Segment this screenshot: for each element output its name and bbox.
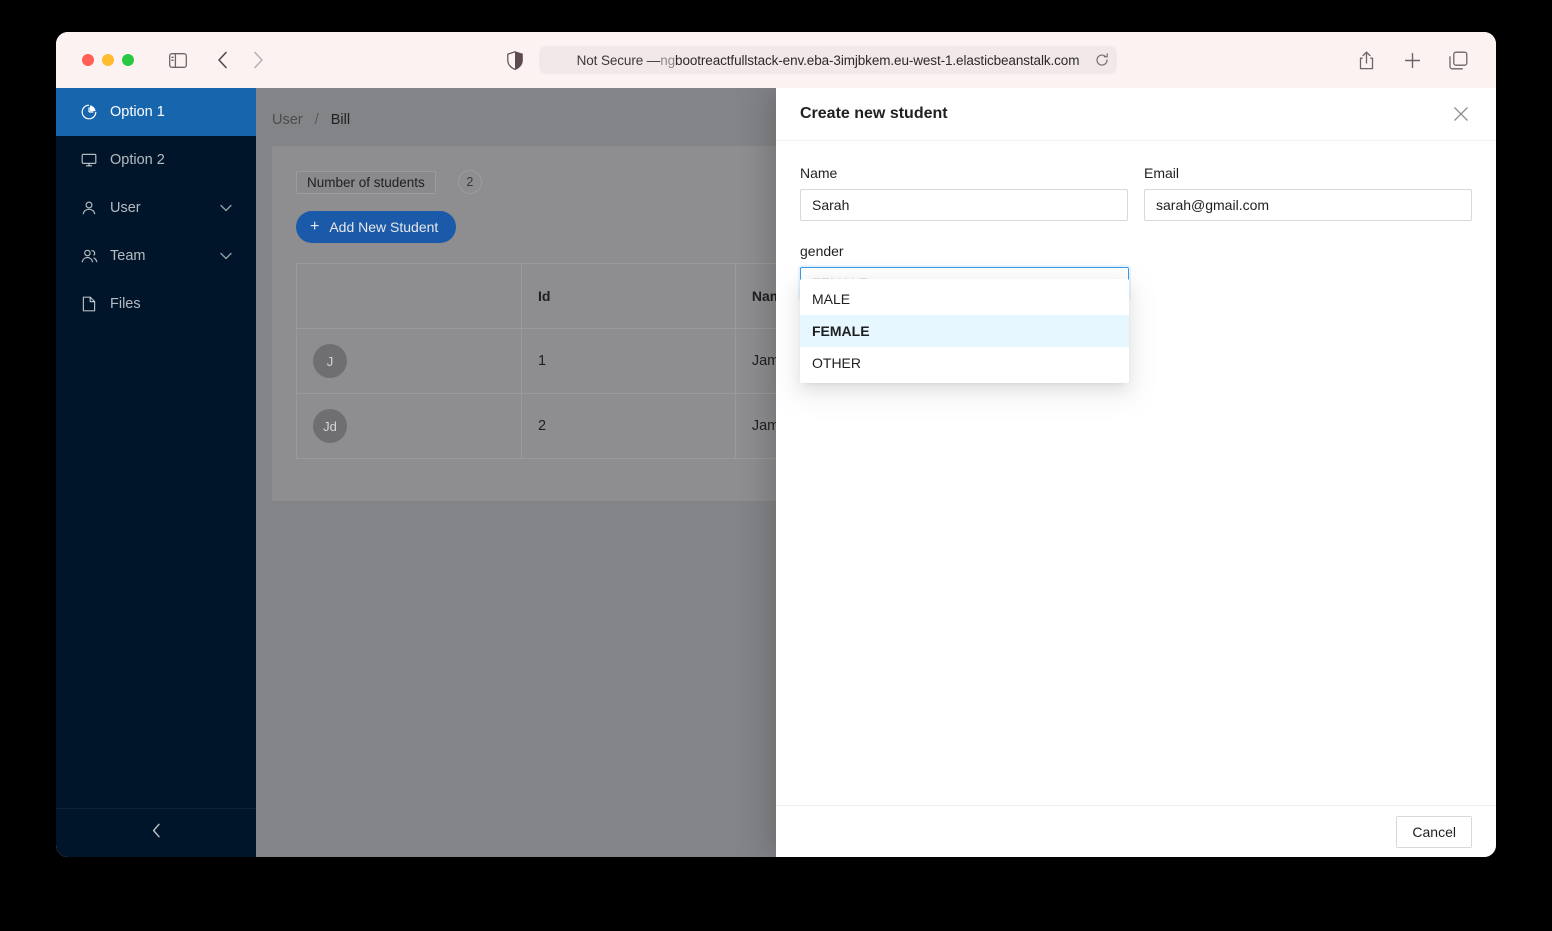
url-dim-prefix: ng (660, 52, 676, 68)
close-window-button[interactable] (82, 54, 94, 66)
name-field-group: Name (800, 165, 1128, 221)
url-host: bootreactfullstack-env.eba-3imjbkem.eu-w… (675, 52, 1080, 68)
drawer-body: Name Email gender FEMALE (776, 141, 1496, 805)
gender-option-other[interactable]: OTHER (800, 347, 1129, 379)
screen: Not Secure —ngbootreactfullstack-env.eba… (0, 0, 1552, 931)
gender-dropdown: MALE FEMALE OTHER (800, 279, 1129, 383)
browser-toolbar: Not Secure —ngbootreactfullstack-env.eba… (56, 32, 1496, 88)
close-icon[interactable] (1450, 103, 1472, 125)
forward-button[interactable] (244, 46, 272, 74)
shield-icon[interactable] (507, 50, 523, 70)
nav-buttons (208, 46, 272, 74)
app-page: Option 1 Option 2 User Team Files User /… (56, 88, 1496, 857)
browser-window: Not Secure —ngbootreactfullstack-env.eba… (56, 32, 1496, 857)
gender-option-male[interactable]: MALE (800, 283, 1129, 315)
drawer-footer: Cancel (776, 805, 1496, 857)
zoom-window-button[interactable] (122, 54, 134, 66)
not-secure-label: Not Secure — (576, 52, 661, 68)
create-student-drawer: Create new student Name Sarah Email sara… (776, 88, 1496, 857)
address-bar[interactable]: Not Secure —ngbootreactfullstack-env.eba… (539, 46, 1117, 74)
cancel-button[interactable]: Cancel (1396, 815, 1472, 848)
email-label: Email (1144, 165, 1180, 181)
sidebar-toggle-icon[interactable] (164, 46, 192, 74)
share-icon[interactable] (1352, 46, 1380, 74)
name-email-row: Name Email (800, 165, 1472, 221)
toolbar-right-icons (1352, 46, 1478, 74)
name-label: Name (800, 165, 838, 181)
gender-label: gender (800, 243, 844, 259)
reload-icon[interactable] (1095, 53, 1109, 67)
plus-icon[interactable] (1398, 46, 1426, 74)
tab-overview-icon[interactable] (1444, 46, 1472, 74)
gender-field-group: gender FEMALE MALE FEMALE OTHER (800, 243, 1129, 383)
minimize-window-button[interactable] (102, 54, 114, 66)
name-input[interactable] (800, 189, 1128, 221)
drawer-title: Create new student (800, 105, 948, 122)
gender-option-female[interactable]: FEMALE (800, 315, 1129, 347)
window-controls (82, 54, 134, 66)
email-field-group: Email (1144, 165, 1472, 221)
address-bar-text: Not Secure —ngbootreactfullstack-env.eba… (577, 53, 1080, 68)
drawer-header: Create new student (776, 88, 1496, 141)
email-input[interactable] (1144, 189, 1472, 221)
back-button[interactable] (208, 46, 236, 74)
